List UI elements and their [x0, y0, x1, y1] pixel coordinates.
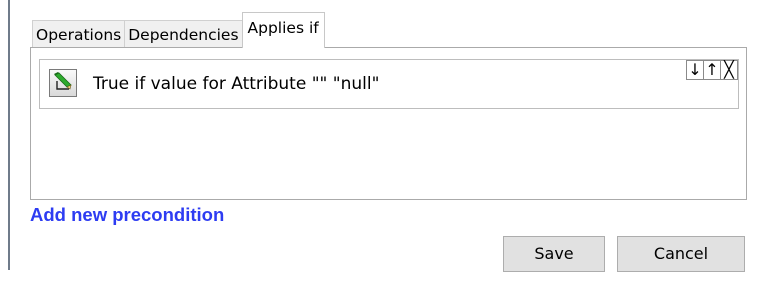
- move-down-icon[interactable]: ↓: [686, 60, 704, 80]
- tab-bar: Operations Dependencies Applies if: [32, 12, 325, 48]
- add-new-precondition-link[interactable]: Add new precondition: [30, 204, 224, 226]
- condition-text: True if value for Attribute "" "null": [93, 74, 380, 94]
- tab-applies-if[interactable]: Applies if: [241, 12, 325, 48]
- tab-dependencies[interactable]: Dependencies: [124, 20, 243, 48]
- save-button[interactable]: Save: [503, 236, 605, 272]
- preconditions-panel: True if value for Attribute "" "null" ↓ …: [30, 47, 747, 200]
- tab-operations[interactable]: Operations: [32, 20, 126, 48]
- close-icon[interactable]: ╳: [720, 60, 738, 80]
- precondition-row: True if value for Attribute "" "null" ↓ …: [39, 59, 739, 109]
- cancel-button[interactable]: Cancel: [617, 236, 745, 272]
- edit-condition-button[interactable]: [49, 69, 77, 97]
- pencil-edit-icon: [54, 72, 72, 90]
- row-controls: ↓ ↑ ╳: [686, 60, 738, 80]
- move-up-icon[interactable]: ↑: [703, 60, 721, 80]
- left-divider: [8, 0, 10, 270]
